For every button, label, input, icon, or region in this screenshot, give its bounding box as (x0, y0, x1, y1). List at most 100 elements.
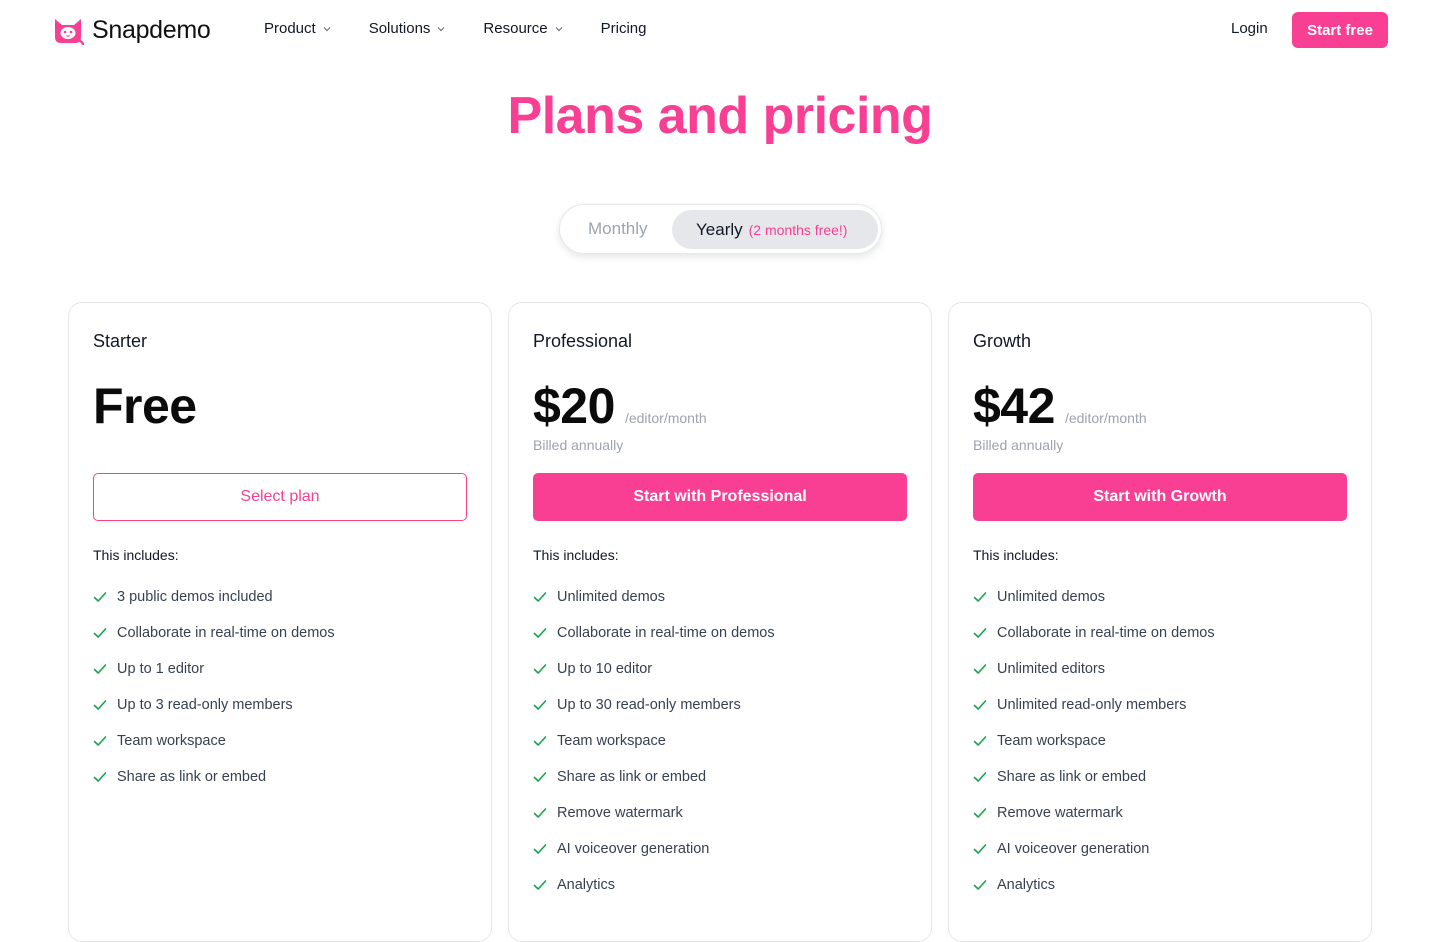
select-plan-button[interactable]: Select plan (93, 473, 467, 521)
start-free-button[interactable]: Start free (1292, 12, 1388, 48)
feature-item: Collaborate in real-time on demos (973, 615, 1215, 651)
plan-price: $42 (973, 378, 1055, 434)
check-icon (93, 736, 107, 746)
includes-label: This includes: (973, 547, 1059, 563)
toggle-monthly[interactable]: Monthly (588, 219, 648, 239)
feature-item: Unlimited demos (973, 579, 1215, 615)
feature-item: Share as link or embed (93, 759, 335, 795)
feature-item: Collaborate in real-time on demos (533, 615, 775, 651)
check-icon (533, 736, 547, 746)
billing-note: Billed annually (533, 437, 624, 453)
chevron-down-icon (437, 26, 445, 31)
menu-pricing-label: Pricing (600, 20, 647, 37)
feature-text: Unlimited demos (557, 589, 665, 605)
check-icon (973, 664, 987, 674)
menu-product[interactable]: Product (264, 20, 332, 37)
plan-card-starter: Starter Free Select plan This includes: … (68, 302, 492, 942)
check-icon (533, 664, 547, 674)
toggle-yearly-label: Yearly (696, 219, 743, 239)
top-navigation: Snapdemo Product Solutions Resource Pric… (0, 0, 1440, 60)
brand-logo[interactable]: Snapdemo (52, 15, 211, 45)
feature-text: Collaborate in real-time on demos (557, 625, 775, 641)
feature-text: Analytics (997, 877, 1056, 893)
feature-item: AI voiceover generation (973, 831, 1215, 867)
feature-text: Up to 3 read-only members (117, 697, 293, 713)
feature-text: 3 public demos included (117, 589, 273, 605)
check-icon (973, 772, 987, 782)
feature-text: Team workspace (557, 733, 666, 749)
menu-solutions-label: Solutions (368, 20, 431, 37)
check-icon (93, 664, 107, 674)
check-icon (93, 700, 107, 710)
page-title: Plans and pricing (507, 87, 933, 145)
feature-text: Remove watermark (997, 805, 1123, 821)
feature-text: Collaborate in real-time on demos (117, 625, 335, 641)
check-icon (93, 628, 107, 638)
check-icon (533, 844, 547, 854)
menu-product-label: Product (264, 20, 316, 37)
feature-text: Up to 10 editor (557, 661, 653, 677)
feature-text: AI voiceover generation (557, 841, 710, 857)
check-icon (533, 772, 547, 782)
check-icon (973, 736, 987, 746)
price-row: $42 /editor/month (973, 377, 1147, 435)
start-professional-button[interactable]: Start with Professional (533, 473, 907, 521)
feature-text: Collaborate in real-time on demos (997, 625, 1215, 641)
feature-item: Share as link or embed (973, 759, 1215, 795)
feature-list: 3 public demos included Collaborate in r… (93, 579, 335, 795)
check-icon (533, 628, 547, 638)
feature-text: Analytics (557, 877, 616, 893)
feature-item: Remove watermark (533, 795, 775, 831)
menu-resource[interactable]: Resource (483, 20, 563, 37)
plan-name: Professional (533, 331, 633, 351)
feature-item: Unlimited read-only members (973, 687, 1215, 723)
feature-item: Analytics (533, 867, 775, 903)
login-link[interactable]: Login (1231, 20, 1268, 37)
plan-name: Growth (973, 331, 1032, 351)
yearly-promo-badge: (2 months free!) (748, 221, 848, 238)
billing-note: Billed annually (973, 437, 1064, 453)
feature-text: Team workspace (117, 733, 226, 749)
feature-text: Remove watermark (557, 805, 683, 821)
feature-text: Up to 30 read-only members (557, 697, 741, 713)
includes-label: This includes: (533, 547, 619, 563)
plan-name: Starter (93, 331, 148, 351)
check-icon (93, 772, 107, 782)
feature-item: Analytics (973, 867, 1215, 903)
menu-solutions[interactable]: Solutions (369, 20, 447, 37)
plan-card-professional: Professional $20 /editor/month Billed an… (508, 302, 932, 942)
chevron-down-icon (555, 26, 563, 31)
check-icon (533, 880, 547, 890)
menu-resource-label: Resource (483, 20, 548, 37)
feature-text: Up to 1 editor (117, 661, 205, 677)
feature-item: Collaborate in real-time on demos (93, 615, 335, 651)
check-icon (973, 628, 987, 638)
feature-item: Up to 1 editor (93, 651, 335, 687)
feature-text: Share as link or embed (117, 769, 267, 785)
feature-item: Unlimited demos (533, 579, 775, 615)
plan-price: $20 (533, 378, 615, 434)
check-icon (973, 592, 987, 602)
price-unit: /editor/month (624, 410, 707, 426)
feature-item: Team workspace (533, 723, 775, 759)
check-icon (533, 592, 547, 602)
check-icon (533, 700, 547, 710)
feature-list: Unlimited demos Collaborate in real-time… (533, 579, 775, 903)
price-unit: /editor/month (1064, 410, 1147, 426)
cat-face-logo-icon (55, 19, 84, 45)
feature-item: AI voiceover generation (533, 831, 775, 867)
feature-text: Unlimited read-only members (997, 697, 1187, 713)
feature-text: Unlimited demos (997, 589, 1105, 605)
plan-price: Free (93, 378, 197, 434)
billing-toggle: Monthly Yearly (2 months free!) (559, 204, 882, 254)
check-icon (93, 592, 107, 602)
menu-pricing[interactable]: Pricing (601, 20, 647, 37)
toggle-yearly[interactable]: Yearly (2 months free!) (672, 210, 878, 249)
feature-item: Up to 10 editor (533, 651, 775, 687)
feature-item: Team workspace (93, 723, 335, 759)
feature-item: Unlimited editors (973, 651, 1215, 687)
feature-text: Share as link or embed (557, 769, 707, 785)
check-icon (973, 880, 987, 890)
feature-text: Share as link or embed (997, 769, 1147, 785)
start-growth-button[interactable]: Start with Growth (973, 473, 1347, 521)
